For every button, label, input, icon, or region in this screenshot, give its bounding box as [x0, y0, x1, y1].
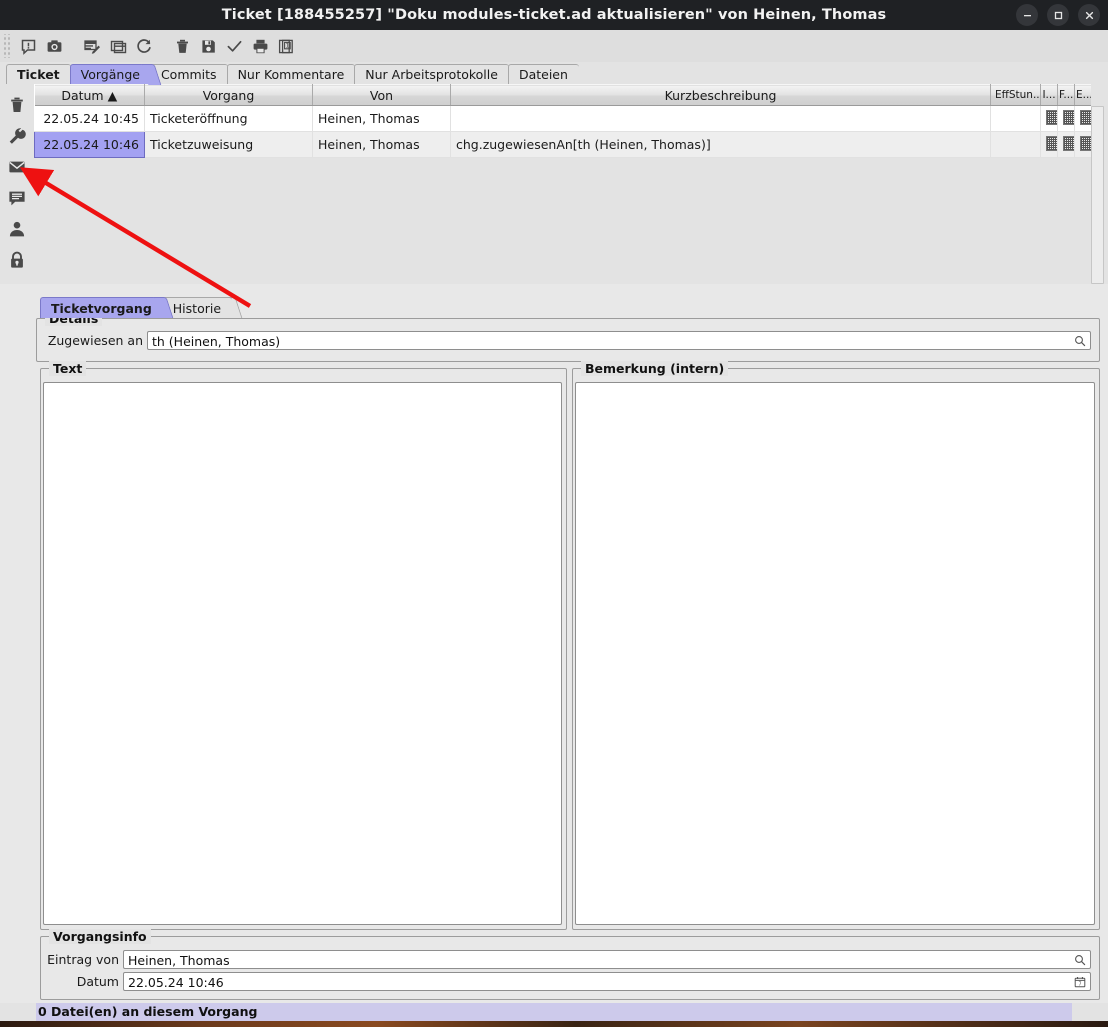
assigned-to-value: th (Heinen, Thomas): [152, 334, 280, 349]
column-header-i[interactable]: I...: [1041, 85, 1058, 106]
mail-icon[interactable]: [6, 156, 28, 178]
note-group: Bemerkung (intern): [572, 368, 1100, 930]
cell-kurzbeschreibung[interactable]: [451, 106, 991, 132]
vorgangsinfo-group: Vorgangsinfo Eintrag von Heinen, Thomas …: [40, 936, 1100, 1000]
checker-swatch: [1080, 136, 1091, 151]
date-field[interactable]: 22.05.24 10:46 7: [123, 972, 1091, 991]
text-group: Text: [40, 368, 567, 930]
vorgaenge-table: Datum ▲ Vorgang Von Kurzbeschreibung Eff…: [34, 84, 1091, 158]
note-input[interactable]: [575, 382, 1095, 925]
svg-text:7: 7: [1078, 981, 1081, 987]
text-input[interactable]: [43, 382, 562, 925]
annotation-icon[interactable]: [15, 33, 41, 59]
refresh-icon[interactable]: [131, 33, 157, 59]
note-legend: Bemerkung (intern): [581, 361, 728, 376]
cell-flag-f[interactable]: [1058, 106, 1075, 132]
cell-von[interactable]: Heinen, Thomas: [313, 106, 451, 132]
cell-flag-i[interactable]: [1041, 106, 1058, 132]
checker-swatch: [1063, 110, 1075, 125]
cell-flag-i[interactable]: [1041, 132, 1058, 158]
assigned-to-label: Zugewiesen an: [43, 333, 143, 348]
comment-icon[interactable]: [6, 187, 28, 209]
tab-ticketvorgang[interactable]: Ticketvorgang: [40, 297, 163, 318]
svg-text:1: 1: [285, 41, 289, 49]
window-title: Ticket [188455257] "Doku modules-ticket.…: [222, 7, 886, 23]
trash-icon[interactable]: [6, 94, 28, 116]
cell-effstunden[interactable]: [991, 132, 1041, 158]
search-icon[interactable]: [1073, 953, 1087, 967]
wrench-icon[interactable]: [6, 125, 28, 147]
cell-flag-e[interactable]: [1075, 132, 1091, 158]
main-tab-bar: Ticket Vorgänge Commits Nur Kommentare N…: [0, 62, 1108, 84]
cell-vorgang[interactable]: Ticketzuweisung: [145, 132, 313, 158]
cell-von[interactable]: Heinen, Thomas: [313, 132, 451, 158]
title-bar: Ticket [188455257] "Doku modules-ticket.…: [0, 0, 1108, 30]
copy-one-icon[interactable]: 1: [273, 33, 299, 59]
check-icon[interactable]: [221, 33, 247, 59]
table-header-row: Datum ▲ Vorgang Von Kurzbeschreibung Eff…: [35, 85, 1091, 106]
column-header-datum[interactable]: Datum ▲: [35, 85, 145, 106]
column-header-effstunden[interactable]: EffStun...: [991, 85, 1041, 106]
column-header-kurzbeschreibung[interactable]: Kurzbeschreibung: [451, 85, 991, 106]
detail-tab-bar: Ticketvorgang Historie: [34, 296, 1108, 318]
status-bar: 0 Datei(en) an diesem Vorgang: [0, 1003, 1108, 1021]
person-icon[interactable]: [6, 218, 28, 240]
checker-swatch: [1046, 110, 1058, 125]
details-group: Details Zugewiesen an th (Heinen, Thomas…: [36, 318, 1100, 362]
vorgaenge-grid: Datum ▲ Vorgang Von Kurzbeschreibung Eff…: [34, 84, 1108, 284]
tab-nur-kommentare[interactable]: Nur Kommentare: [227, 64, 356, 84]
maximize-button[interactable]: [1047, 4, 1069, 26]
cell-flag-e[interactable]: [1075, 106, 1091, 132]
cell-flag-f[interactable]: [1058, 132, 1075, 158]
cell-effstunden[interactable]: [991, 106, 1041, 132]
minimize-button[interactable]: [1016, 4, 1038, 26]
entry-by-value: Heinen, Thomas: [128, 953, 230, 968]
lock-icon[interactable]: [6, 249, 28, 271]
grid-vertical-scrollbar[interactable]: [1091, 106, 1104, 284]
print-icon[interactable]: [247, 33, 273, 59]
camera-icon[interactable]: [41, 33, 67, 59]
entry-by-label: Eintrag von: [47, 952, 119, 967]
save-icon[interactable]: [195, 33, 221, 59]
window-copy-icon[interactable]: [105, 33, 131, 59]
column-header-von[interactable]: Von: [313, 85, 451, 106]
status-bar-text: 0 Datei(en) an diesem Vorgang: [38, 1003, 257, 1021]
trash-icon[interactable]: [169, 33, 195, 59]
tab-commits[interactable]: Commits: [150, 64, 228, 84]
tab-dateien[interactable]: Dateien: [508, 64, 579, 84]
cell-datum[interactable]: 22.05.24 10:45: [35, 106, 145, 132]
close-button[interactable]: [1078, 4, 1100, 26]
date-value: 22.05.24 10:46: [128, 975, 224, 990]
tab-vorgaenge[interactable]: Vorgänge: [70, 64, 151, 84]
search-icon[interactable]: [1073, 334, 1087, 348]
edit-note-icon[interactable]: [79, 33, 105, 59]
cell-kurzbeschreibung[interactable]: chg.zugewiesenAn[th (Heinen, Thomas)]: [451, 132, 991, 158]
toolbar-drag-handle[interactable]: [2, 34, 12, 58]
cell-vorgang[interactable]: Ticketeröffnung: [145, 106, 313, 132]
tab-ticket[interactable]: Ticket: [6, 64, 71, 84]
table-row[interactable]: 22.05.24 10:46 Ticketzuweisung Heinen, T…: [35, 132, 1091, 158]
checker-swatch: [1080, 110, 1091, 125]
side-action-rail: [0, 84, 34, 284]
window-controls: [1016, 0, 1100, 30]
desktop-background-strip: [0, 1021, 1108, 1027]
checker-swatch: [1046, 136, 1058, 151]
calendar-icon[interactable]: 7: [1073, 975, 1087, 989]
column-header-f[interactable]: F...: [1058, 85, 1075, 106]
vorgangsinfo-legend: Vorgangsinfo: [49, 929, 151, 944]
date-label: Datum: [47, 974, 119, 989]
cell-datum[interactable]: 22.05.24 10:46: [35, 132, 145, 158]
column-header-e[interactable]: E...: [1075, 85, 1091, 106]
entry-by-field[interactable]: Heinen, Thomas: [123, 950, 1091, 969]
main-toolbar: 1: [0, 30, 1108, 63]
assigned-to-field[interactable]: th (Heinen, Thomas): [147, 331, 1091, 350]
text-legend: Text: [49, 361, 86, 376]
tab-nur-arbeitsprotokolle[interactable]: Nur Arbeitsprotokolle: [354, 64, 509, 84]
app-window: Ticket [188455257] "Doku modules-ticket.…: [0, 0, 1108, 1027]
checker-swatch: [1063, 136, 1075, 151]
column-header-vorgang[interactable]: Vorgang: [145, 85, 313, 106]
table-row[interactable]: 22.05.24 10:45 Ticketeröffnung Heinen, T…: [35, 106, 1091, 132]
